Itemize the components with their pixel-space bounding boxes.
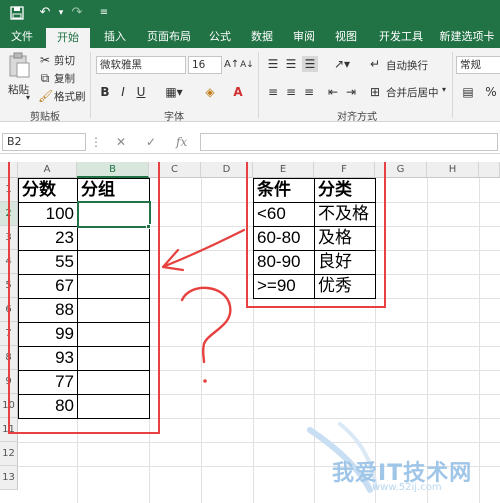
ribbon-home: 粘贴 ▾ ✂ 剪切 ⧉ 复制 🖌 格式刷 剪贴板 微软雅黑 16 A↑ A↓ B… [0, 48, 500, 123]
tab-data[interactable]: 数据 [244, 26, 280, 48]
wrap-text-button[interactable]: 自动换行 [386, 58, 428, 73]
italic-button[interactable]: I [116, 84, 130, 100]
tab-page-layout[interactable]: 页面布局 [140, 26, 198, 48]
font-name-select[interactable]: 微软雅黑 [96, 56, 186, 74]
quick-access-toolbar: ↶ ▾ ↷ ≡ [0, 0, 500, 26]
tab-insert[interactable]: 插入 [96, 26, 134, 48]
copy-icon[interactable]: ⧉ [38, 70, 52, 86]
group-separator [258, 52, 259, 118]
formula-input[interactable] [200, 133, 498, 151]
merge-center-button[interactable]: 合并后居中 [386, 85, 439, 100]
align-center-icon[interactable]: ≡ [284, 84, 298, 100]
bold-button[interactable]: B [98, 84, 112, 100]
align-bottom-icon[interactable]: ☰ [302, 56, 318, 72]
align-middle-icon[interactable]: ☰ [284, 56, 298, 72]
decrease-font-icon[interactable]: A↓ [240, 57, 254, 73]
format-painter-button[interactable]: 格式刷 [54, 89, 86, 104]
watermark-url: www.52ij.com [372, 482, 442, 493]
alignment-group-label: 对齐方式 [337, 112, 377, 123]
customize-icon[interactable]: ≡ [95, 4, 113, 22]
align-top-icon[interactable]: ☰ [266, 56, 280, 72]
underline-button[interactable]: U [134, 84, 148, 100]
more-options-icon[interactable]: ⋮ [90, 134, 102, 150]
increase-font-icon[interactable]: A↑ [224, 57, 239, 73]
percent-button[interactable]: % [484, 84, 498, 100]
group-separator [90, 52, 91, 118]
merge-dropdown-icon[interactable]: ▾ [442, 85, 446, 94]
tab-review[interactable]: 审阅 [286, 26, 322, 48]
fill-color-icon[interactable]: ◈ [200, 84, 220, 100]
number-format-select[interactable]: 常规 [456, 56, 500, 74]
tab-view[interactable]: 视图 [328, 26, 364, 48]
copy-button[interactable]: 复制 [54, 71, 75, 86]
ribbon-tabs: 文件 开始 插入 页面布局 公式 数据 审阅 视图 开发工具 新建选项卡 [0, 26, 500, 48]
tab-file[interactable]: 文件 [4, 26, 40, 48]
orientation-icon[interactable]: ↗▾ [328, 56, 356, 72]
redo-icon[interactable]: ↷ [68, 4, 86, 22]
decrease-indent-icon[interactable]: ⇤ [326, 84, 340, 100]
tab-home[interactable]: 开始 [46, 28, 90, 48]
clipboard-group-label: 剪贴板 [30, 112, 60, 123]
tab-formulas[interactable]: 公式 [202, 26, 238, 48]
name-box[interactable]: B2 [2, 133, 86, 151]
paste-dropdown-icon[interactable]: ▾ [26, 93, 30, 102]
format-painter-icon[interactable]: 🖌 [38, 88, 53, 104]
font-group-label: 字体 [164, 112, 184, 123]
insert-function-icon[interactable]: fx [176, 134, 187, 150]
font-size-select[interactable]: 16 [188, 56, 222, 74]
merge-icon[interactable]: ⊞ [368, 84, 382, 100]
currency-icon[interactable]: ▤ [460, 84, 476, 100]
wrap-text-icon[interactable]: ↵ [368, 56, 382, 72]
save-icon[interactable] [8, 4, 26, 26]
font-color-icon[interactable]: A [228, 84, 248, 100]
align-right-icon[interactable]: ≡ [302, 84, 316, 100]
tab-new[interactable]: 新建选项卡 [434, 26, 500, 48]
enter-icon[interactable]: ✓ [146, 134, 156, 150]
cancel-icon[interactable]: ✕ [116, 134, 126, 150]
cut-icon[interactable]: ✂ [38, 52, 52, 68]
cut-button[interactable]: 剪切 [54, 53, 75, 68]
align-left-icon[interactable]: ≡ [266, 84, 280, 100]
formula-bar: B2 ⋮ ✕ ✓ fx [0, 130, 500, 154]
group-separator [452, 52, 453, 118]
border-icon[interactable]: ▦▾ [160, 84, 188, 100]
increase-indent-icon[interactable]: ⇥ [344, 84, 358, 100]
tab-developer[interactable]: 开发工具 [372, 26, 430, 48]
paste-icon[interactable] [6, 52, 32, 80]
